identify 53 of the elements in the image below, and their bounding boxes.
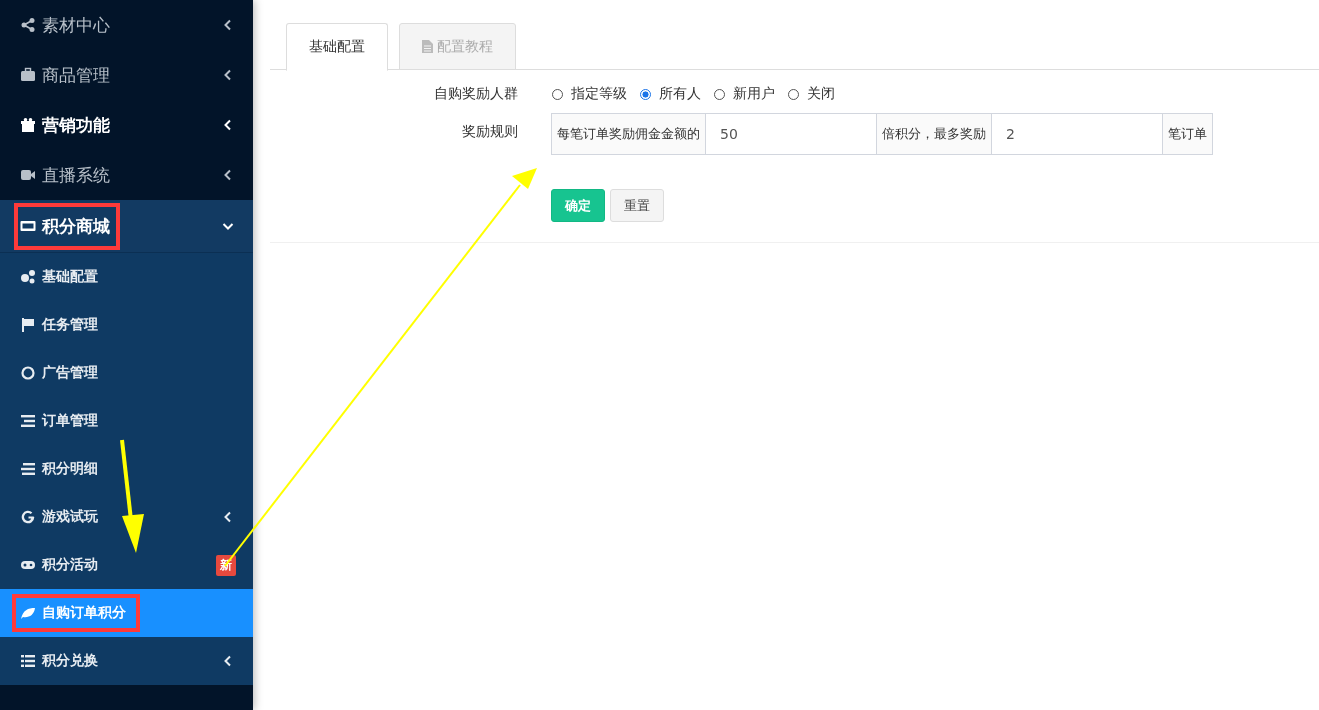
menu-label: 积分活动 — [42, 556, 98, 574]
menu-label: 积分兑换 — [42, 652, 98, 670]
menu-icon — [20, 509, 36, 525]
menu-icon — [20, 269, 36, 285]
menu-icon — [20, 653, 36, 669]
input-field[interactable]: 50 — [705, 113, 877, 155]
submenu-item[interactable]: 基础配置 — [0, 253, 253, 301]
submenu-item[interactable]: 广告管理 — [0, 349, 253, 397]
menu-icon — [20, 67, 36, 83]
tab[interactable]: 基础配置 — [286, 23, 388, 71]
menu-label: 直播系统 — [42, 163, 110, 187]
menu-icon — [20, 117, 36, 133]
input-field[interactable]: 2 — [991, 113, 1163, 155]
menu-icon — [20, 365, 36, 381]
menu-icon — [20, 317, 36, 333]
menu-icon — [20, 167, 36, 183]
menu-label: 积分明细 — [42, 460, 98, 478]
submenu-item[interactable]: 积分兑换 — [0, 637, 253, 685]
input-addon: 笔订单 — [1162, 113, 1213, 155]
submenu-item[interactable]: 积分明细 — [0, 445, 253, 493]
sidebar-menu-item[interactable]: 直播系统 — [0, 150, 253, 200]
field-label: 奖励规则 — [461, 123, 519, 141]
menu-icon — [20, 17, 36, 33]
reset-button[interactable]: 重置 — [610, 189, 664, 222]
menu-icon — [20, 605, 36, 621]
radio-button[interactable] — [640, 88, 651, 100]
radio-label: 指定等级 — [571, 85, 627, 103]
menu-icon — [20, 461, 36, 477]
menu-label: 游戏试玩 — [42, 508, 98, 526]
menu-label: 自购订单积分 — [42, 604, 126, 622]
input-addon: 倍积分，最多奖励 — [876, 113, 992, 155]
sidebar-menu-item[interactable]: 商品管理 — [0, 50, 253, 100]
input-addon: 每笔订单奖励佣金金额的 — [551, 113, 706, 155]
menu-label: 素材中心 — [42, 13, 110, 37]
submenu-item[interactable]: 任务管理 — [0, 301, 253, 349]
menu-icon — [20, 218, 36, 234]
menu-label: 营销功能 — [42, 113, 110, 137]
radio-label: 关闭 — [807, 85, 835, 103]
submenu-item[interactable]: 订单管理 — [0, 397, 253, 445]
menu-label: 积分商城 — [42, 214, 110, 238]
document-icon — [422, 40, 433, 53]
sidebar-menu-item[interactable]: 积分商城 — [0, 200, 253, 253]
menu-label: 基础配置 — [42, 268, 98, 286]
sidebar-menu-item[interactable]: 营销功能 — [0, 100, 253, 150]
menu-label: 商品管理 — [42, 63, 110, 87]
radio-label: 新用户 — [733, 85, 775, 103]
menu-label: 广告管理 — [42, 364, 98, 382]
field-label: 自购奖励人群 — [433, 85, 519, 103]
menu-label: 任务管理 — [42, 316, 98, 334]
menu-label: 订单管理 — [42, 412, 98, 430]
menu-icon — [20, 413, 36, 429]
radio-label: 所有人 — [659, 85, 701, 103]
sidebar-menu-item[interactable]: 素材中心 — [0, 0, 253, 50]
